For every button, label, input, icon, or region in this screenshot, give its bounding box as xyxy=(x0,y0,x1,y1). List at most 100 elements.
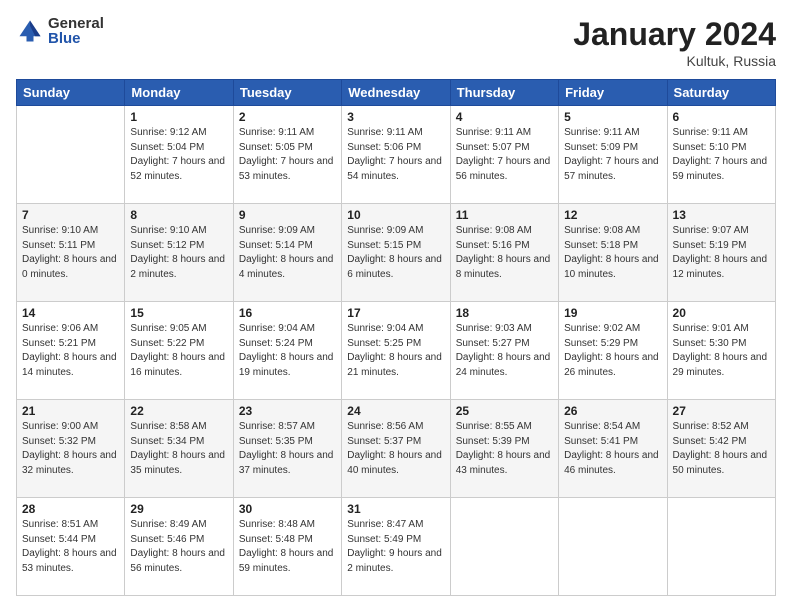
day-number: 24 xyxy=(347,404,444,418)
day-number: 11 xyxy=(456,208,553,222)
calendar-header-saturday: Saturday xyxy=(667,80,775,106)
calendar-cell: 29 Sunrise: 8:49 AMSunset: 5:46 PMDayligh… xyxy=(125,498,233,596)
day-number: 20 xyxy=(673,306,770,320)
calendar-cell: 9 Sunrise: 9:09 AMSunset: 5:14 PMDaylight… xyxy=(233,204,341,302)
day-info: Sunrise: 9:11 AMSunset: 5:07 PMDaylight:… xyxy=(456,126,553,184)
day-number: 26 xyxy=(564,404,661,418)
day-info: Sunrise: 9:00 AMSunset: 5:32 PMDaylight:… xyxy=(22,420,119,478)
day-number: 5 xyxy=(564,110,661,124)
calendar-cell: 20 Sunrise: 9:01 AMSunset: 5:30 PMDayligh… xyxy=(667,302,775,400)
calendar: SundayMondayTuesdayWednesdayThursdayFrid… xyxy=(16,79,776,596)
day-number: 17 xyxy=(347,306,444,320)
calendar-cell: 4 Sunrise: 9:11 AMSunset: 5:07 PMDaylight… xyxy=(450,106,558,204)
calendar-week-row: 21 Sunrise: 9:00 AMSunset: 5:32 PMDayligh… xyxy=(17,400,776,498)
day-info: Sunrise: 9:11 AMSunset: 5:05 PMDaylight:… xyxy=(239,126,336,184)
day-number: 6 xyxy=(673,110,770,124)
calendar-cell: 31 Sunrise: 8:47 AMSunset: 5:49 PMDayligh… xyxy=(342,498,450,596)
calendar-cell: 1 Sunrise: 9:12 AMSunset: 5:04 PMDaylight… xyxy=(125,106,233,204)
day-info: Sunrise: 9:04 AMSunset: 5:25 PMDaylight:… xyxy=(347,322,444,380)
day-number: 7 xyxy=(22,208,119,222)
calendar-cell: 27Sunrise: 8:52 AMSunset: 5:42 PMDayligh… xyxy=(667,400,775,498)
day-number: 8 xyxy=(130,208,227,222)
day-info: Sunrise: 9:01 AMSunset: 5:30 PMDaylight:… xyxy=(673,322,770,380)
calendar-cell: 28 Sunrise: 8:51 AMSunset: 5:44 PMDayligh… xyxy=(17,498,125,596)
calendar-cell: 12Sunrise: 9:08 AMSunset: 5:18 PMDayligh… xyxy=(559,204,667,302)
day-number: 13 xyxy=(673,208,770,222)
day-info: Sunrise: 9:11 AMSunset: 5:06 PMDaylight:… xyxy=(347,126,444,184)
day-number: 18 xyxy=(456,306,553,320)
calendar-cell: 19Sunrise: 9:02 AMSunset: 5:29 PMDayligh… xyxy=(559,302,667,400)
calendar-header-friday: Friday xyxy=(559,80,667,106)
day-number: 1 xyxy=(130,110,227,124)
calendar-cell: 23 Sunrise: 8:57 AMSunset: 5:35 PMDayligh… xyxy=(233,400,341,498)
calendar-cell: 25 Sunrise: 8:55 AMSunset: 5:39 PMDayligh… xyxy=(450,400,558,498)
day-info: Sunrise: 8:48 AMSunset: 5:48 PMDaylight:… xyxy=(239,518,336,576)
day-info: Sunrise: 9:09 AMSunset: 5:14 PMDaylight:… xyxy=(239,224,336,282)
calendar-cell: 10 Sunrise: 9:09 AMSunset: 5:15 PMDayligh… xyxy=(342,204,450,302)
day-number: 27 xyxy=(673,404,770,418)
day-info: Sunrise: 9:12 AMSunset: 5:04 PMDaylight:… xyxy=(130,126,227,184)
day-info: Sunrise: 8:49 AMSunset: 5:46 PMDaylight:… xyxy=(130,518,227,576)
day-info: Sunrise: 9:08 AMSunset: 5:18 PMDaylight:… xyxy=(564,224,661,282)
calendar-cell: 18 Sunrise: 9:03 AMSunset: 5:27 PMDayligh… xyxy=(450,302,558,400)
calendar-cell: 5Sunrise: 9:11 AMSunset: 5:09 PMDaylight… xyxy=(559,106,667,204)
calendar-cell: 26 Sunrise: 8:54 AMSunset: 5:41 PMDayligh… xyxy=(559,400,667,498)
day-info: Sunrise: 9:10 AMSunset: 5:11 PMDaylight:… xyxy=(22,224,119,282)
day-number: 16 xyxy=(239,306,336,320)
day-number: 25 xyxy=(456,404,553,418)
day-info: Sunrise: 9:10 AMSunset: 5:12 PMDaylight:… xyxy=(130,224,227,282)
calendar-header-wednesday: Wednesday xyxy=(342,80,450,106)
calendar-cell: 2 Sunrise: 9:11 AMSunset: 5:05 PMDaylight… xyxy=(233,106,341,204)
day-number: 23 xyxy=(239,404,336,418)
day-number: 9 xyxy=(239,208,336,222)
logo-text: General Blue xyxy=(48,16,104,46)
day-info: Sunrise: 9:07 AMSunset: 5:19 PMDaylight:… xyxy=(673,224,770,282)
day-number: 29 xyxy=(130,502,227,516)
logo-blue-text: Blue xyxy=(48,31,104,46)
logo: General Blue xyxy=(16,16,104,46)
day-info: Sunrise: 9:03 AMSunset: 5:27 PMDaylight:… xyxy=(456,322,553,380)
calendar-week-row: 14Sunrise: 9:06 AMSunset: 5:21 PMDayligh… xyxy=(17,302,776,400)
title-block: January 2024 Kultuk, Russia xyxy=(573,16,776,69)
calendar-cell: 14Sunrise: 9:06 AMSunset: 5:21 PMDayligh… xyxy=(17,302,125,400)
calendar-cell: 21 Sunrise: 9:00 AMSunset: 5:32 PMDayligh… xyxy=(17,400,125,498)
location: Kultuk, Russia xyxy=(573,53,776,69)
calendar-week-row: 28 Sunrise: 8:51 AMSunset: 5:44 PMDayligh… xyxy=(17,498,776,596)
calendar-cell: 3Sunrise: 9:11 AMSunset: 5:06 PMDaylight… xyxy=(342,106,450,204)
day-info: Sunrise: 8:51 AMSunset: 5:44 PMDaylight:… xyxy=(22,518,119,576)
day-info: Sunrise: 8:56 AMSunset: 5:37 PMDaylight:… xyxy=(347,420,444,478)
day-number: 28 xyxy=(22,502,119,516)
calendar-header-sunday: Sunday xyxy=(17,80,125,106)
month-title: January 2024 xyxy=(573,16,776,53)
calendar-header-monday: Monday xyxy=(125,80,233,106)
calendar-cell xyxy=(559,498,667,596)
logo-icon xyxy=(16,17,44,45)
calendar-cell xyxy=(667,498,775,596)
day-number: 4 xyxy=(456,110,553,124)
day-info: Sunrise: 9:06 AMSunset: 5:21 PMDaylight:… xyxy=(22,322,119,380)
calendar-header-thursday: Thursday xyxy=(450,80,558,106)
day-info: Sunrise: 8:57 AMSunset: 5:35 PMDaylight:… xyxy=(239,420,336,478)
day-info: Sunrise: 9:04 AMSunset: 5:24 PMDaylight:… xyxy=(239,322,336,380)
day-info: Sunrise: 9:11 AMSunset: 5:10 PMDaylight:… xyxy=(673,126,770,184)
calendar-header-tuesday: Tuesday xyxy=(233,80,341,106)
day-info: Sunrise: 9:08 AMSunset: 5:16 PMDaylight:… xyxy=(456,224,553,282)
day-info: Sunrise: 8:47 AMSunset: 5:49 PMDaylight:… xyxy=(347,518,444,576)
day-info: Sunrise: 9:09 AMSunset: 5:15 PMDaylight:… xyxy=(347,224,444,282)
calendar-header-row: SundayMondayTuesdayWednesdayThursdayFrid… xyxy=(17,80,776,106)
calendar-cell: 30Sunrise: 8:48 AMSunset: 5:48 PMDayligh… xyxy=(233,498,341,596)
calendar-cell: 6 Sunrise: 9:11 AMSunset: 5:10 PMDaylight… xyxy=(667,106,775,204)
day-number: 31 xyxy=(347,502,444,516)
day-number: 19 xyxy=(564,306,661,320)
day-info: Sunrise: 8:54 AMSunset: 5:41 PMDaylight:… xyxy=(564,420,661,478)
header: General Blue January 2024 Kultuk, Russia xyxy=(16,16,776,69)
day-number: 2 xyxy=(239,110,336,124)
day-number: 10 xyxy=(347,208,444,222)
calendar-week-row: 1 Sunrise: 9:12 AMSunset: 5:04 PMDaylight… xyxy=(17,106,776,204)
calendar-week-row: 7 Sunrise: 9:10 AMSunset: 5:11 PMDaylight… xyxy=(17,204,776,302)
calendar-cell: 7 Sunrise: 9:10 AMSunset: 5:11 PMDaylight… xyxy=(17,204,125,302)
day-number: 21 xyxy=(22,404,119,418)
day-info: Sunrise: 8:55 AMSunset: 5:39 PMDaylight:… xyxy=(456,420,553,478)
calendar-cell: 8 Sunrise: 9:10 AMSunset: 5:12 PMDaylight… xyxy=(125,204,233,302)
calendar-cell xyxy=(17,106,125,204)
